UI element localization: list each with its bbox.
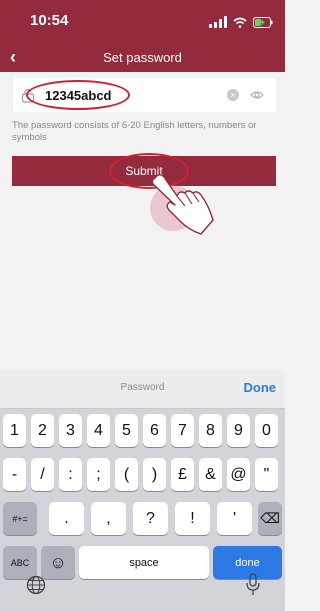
wifi-icon [233, 17, 247, 28]
key-slash[interactable]: / [31, 458, 54, 491]
microphone-icon[interactable] [245, 573, 261, 597]
key-close-paren[interactable]: ) [143, 458, 166, 491]
key-ampersand[interactable]: & [199, 458, 222, 491]
battery-icon [253, 17, 273, 28]
key-symbols-toggle[interactable]: #+= [3, 502, 37, 535]
keyboard: Password Done 1 2 3 4 5 6 7 8 9 0 - / : … [0, 370, 285, 611]
eye-icon[interactable] [250, 89, 264, 101]
key-4[interactable]: 4 [87, 414, 110, 447]
key-8[interactable]: 8 [199, 414, 222, 447]
key-7[interactable]: 7 [171, 414, 194, 447]
key-6[interactable]: 6 [143, 414, 166, 447]
key-semicolon[interactable]: ; [87, 458, 110, 491]
page-title: Set password [103, 50, 182, 65]
key-2[interactable]: 2 [31, 414, 54, 447]
status-icons [209, 14, 273, 28]
key-apostrophe[interactable]: ' [217, 502, 252, 535]
key-comma[interactable]: , [91, 502, 126, 535]
signal-icon [209, 16, 227, 28]
input-highlight-circle [26, 80, 130, 110]
key-colon[interactable]: : [59, 458, 82, 491]
key-at[interactable]: @ [227, 458, 250, 491]
key-3[interactable]: 3 [59, 414, 82, 447]
keyboard-toolbar: Password Done [0, 370, 285, 409]
clear-icon[interactable]: × [227, 89, 239, 101]
key-0[interactable]: 0 [255, 414, 278, 447]
key-period[interactable]: . [49, 502, 84, 535]
key-exclamation[interactable]: ! [175, 502, 210, 535]
key-question[interactable]: ? [133, 502, 168, 535]
key-quote[interactable]: " [255, 458, 278, 491]
navigation-bar: ‹ Set password [0, 44, 285, 72]
key-open-paren[interactable]: ( [115, 458, 138, 491]
keyboard-done-link[interactable]: Done [244, 380, 277, 395]
status-time: 10:54 [30, 12, 69, 29]
password-hint: The password consists of 6-20 English le… [12, 120, 257, 143]
emoji-key[interactable]: ☺ [41, 546, 75, 579]
delete-key[interactable]: ⌫ [258, 502, 282, 535]
key-1[interactable]: 1 [3, 414, 26, 447]
status-bar: 10:54 [0, 0, 285, 44]
globe-icon[interactable] [26, 575, 46, 595]
space-key[interactable]: space [79, 546, 209, 579]
keyboard-field-label: Password [120, 382, 165, 393]
key-hyphen[interactable]: - [3, 458, 26, 491]
key-pound[interactable]: £ [171, 458, 194, 491]
key-5[interactable]: 5 [115, 414, 138, 447]
key-9[interactable]: 9 [227, 414, 250, 447]
hand-pointer-icon [151, 174, 214, 235]
